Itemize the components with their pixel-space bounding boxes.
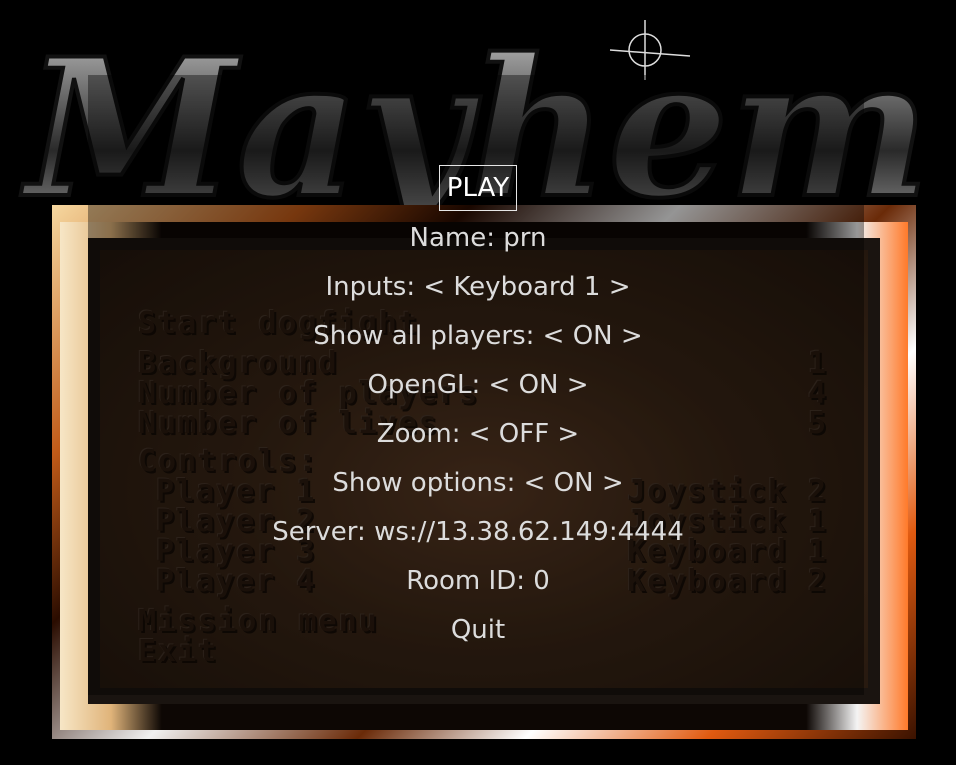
show-all-players-toggle[interactable]: Show all players: < ON > (313, 312, 642, 361)
zoom-toggle[interactable]: Zoom: < OFF > (377, 410, 579, 459)
main-menu: PLAY Name: prn Inputs: < Keyboard 1 > Sh… (0, 165, 956, 655)
server-field[interactable]: Server: ws://13.38.62.149:4444 (272, 508, 684, 557)
opengl-toggle[interactable]: OpenGL: < ON > (367, 361, 588, 410)
room-id-field[interactable]: Room ID: 0 (406, 557, 550, 606)
quit-button[interactable]: Quit (451, 606, 505, 655)
inputs-selector[interactable]: Inputs: < Keyboard 1 > (325, 263, 630, 312)
show-options-toggle[interactable]: Show options: < ON > (332, 459, 623, 508)
play-button[interactable]: PLAY (438, 165, 518, 211)
name-field[interactable]: Name: prn (410, 214, 547, 263)
